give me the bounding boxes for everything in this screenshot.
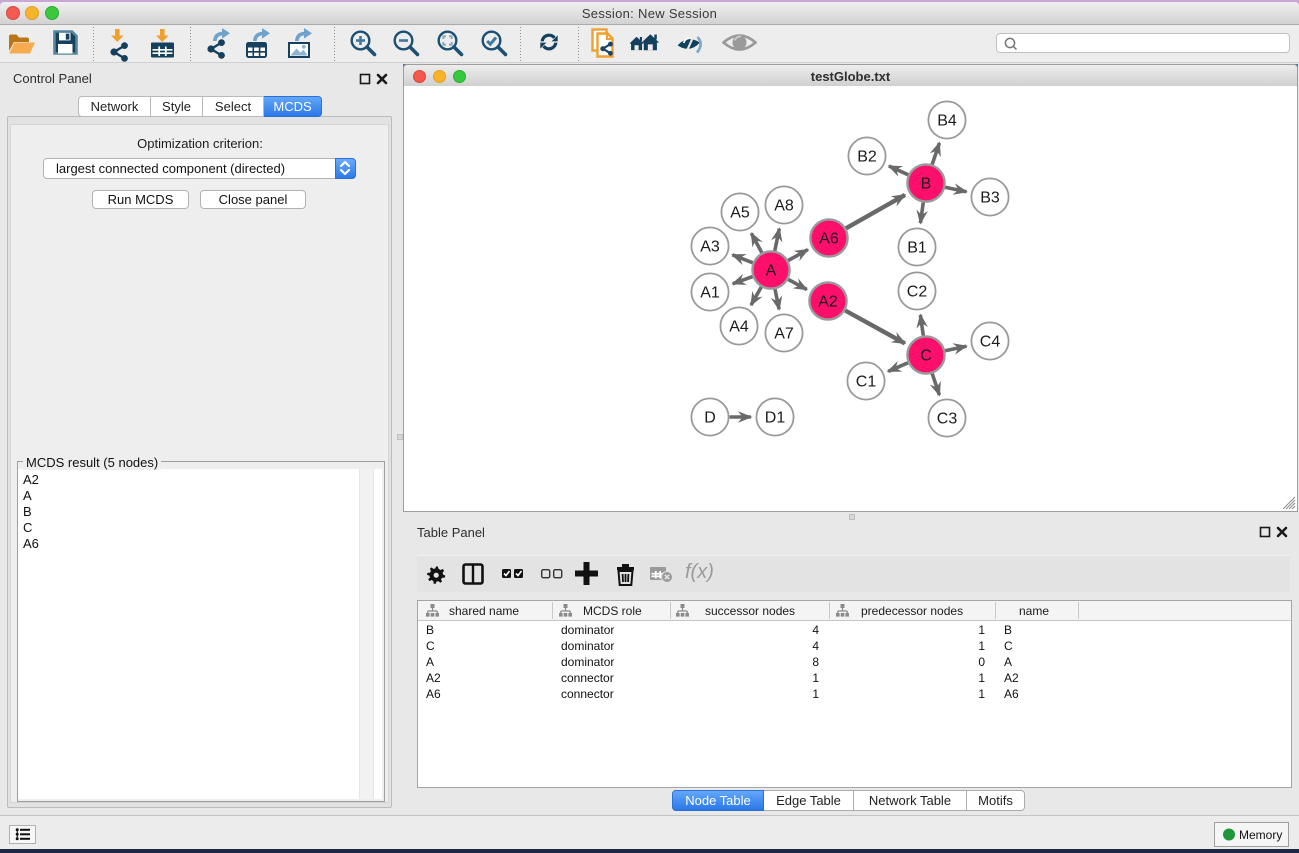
svg-text:A2: A2 bbox=[818, 294, 838, 311]
svg-text:Memory: Memory bbox=[1239, 828, 1282, 842]
svg-text:D: D bbox=[704, 410, 716, 427]
svg-text:B1: B1 bbox=[907, 240, 927, 257]
svg-text:C1: C1 bbox=[856, 374, 877, 391]
svg-text:A6: A6 bbox=[819, 231, 839, 248]
svg-text:A8: A8 bbox=[774, 198, 794, 215]
svg-text:C2: C2 bbox=[907, 284, 928, 301]
svg-text:A4: A4 bbox=[729, 319, 749, 336]
svg-text:B4: B4 bbox=[937, 113, 957, 130]
svg-text:A5: A5 bbox=[730, 205, 750, 222]
svg-text:A3: A3 bbox=[700, 239, 720, 256]
svg-text:B2: B2 bbox=[857, 149, 877, 166]
svg-text:C4: C4 bbox=[980, 334, 1001, 351]
svg-text:D1: D1 bbox=[765, 410, 786, 427]
svg-text:B3: B3 bbox=[980, 190, 1000, 207]
svg-text:A: A bbox=[766, 263, 777, 280]
svg-text:C: C bbox=[920, 348, 932, 365]
svg-text:A1: A1 bbox=[700, 285, 720, 302]
svg-text:A7: A7 bbox=[774, 326, 794, 343]
svg-text:f(x): f(x) bbox=[685, 562, 714, 583]
svg-text:B: B bbox=[921, 176, 932, 193]
svg-text:C3: C3 bbox=[937, 411, 958, 428]
